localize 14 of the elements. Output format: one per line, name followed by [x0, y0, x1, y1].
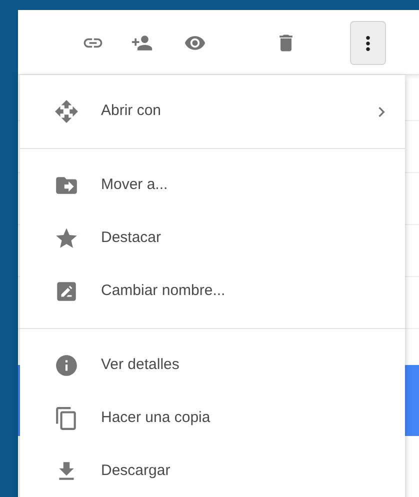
- copy-icon: [54, 406, 79, 431]
- menu-item[interactable]: Hacer una copia: [20, 392, 405, 445]
- info-icon: [54, 353, 79, 378]
- menu-item[interactable]: Destacar: [20, 212, 405, 265]
- star-icon: [54, 226, 79, 251]
- menu-item[interactable]: Descargar: [20, 445, 405, 497]
- menu-item[interactable]: Cambiar nombre...: [20, 265, 405, 318]
- move-arrows-icon: [54, 99, 79, 124]
- menu-item[interactable]: Mover a...: [20, 159, 405, 212]
- menu-item[interactable]: Abrir con: [20, 85, 405, 138]
- menu-item[interactable]: Ver detalles: [20, 339, 405, 392]
- more-button[interactable]: [350, 21, 386, 65]
- more-icon: [366, 36, 370, 50]
- chevron-right-icon: [378, 106, 385, 116]
